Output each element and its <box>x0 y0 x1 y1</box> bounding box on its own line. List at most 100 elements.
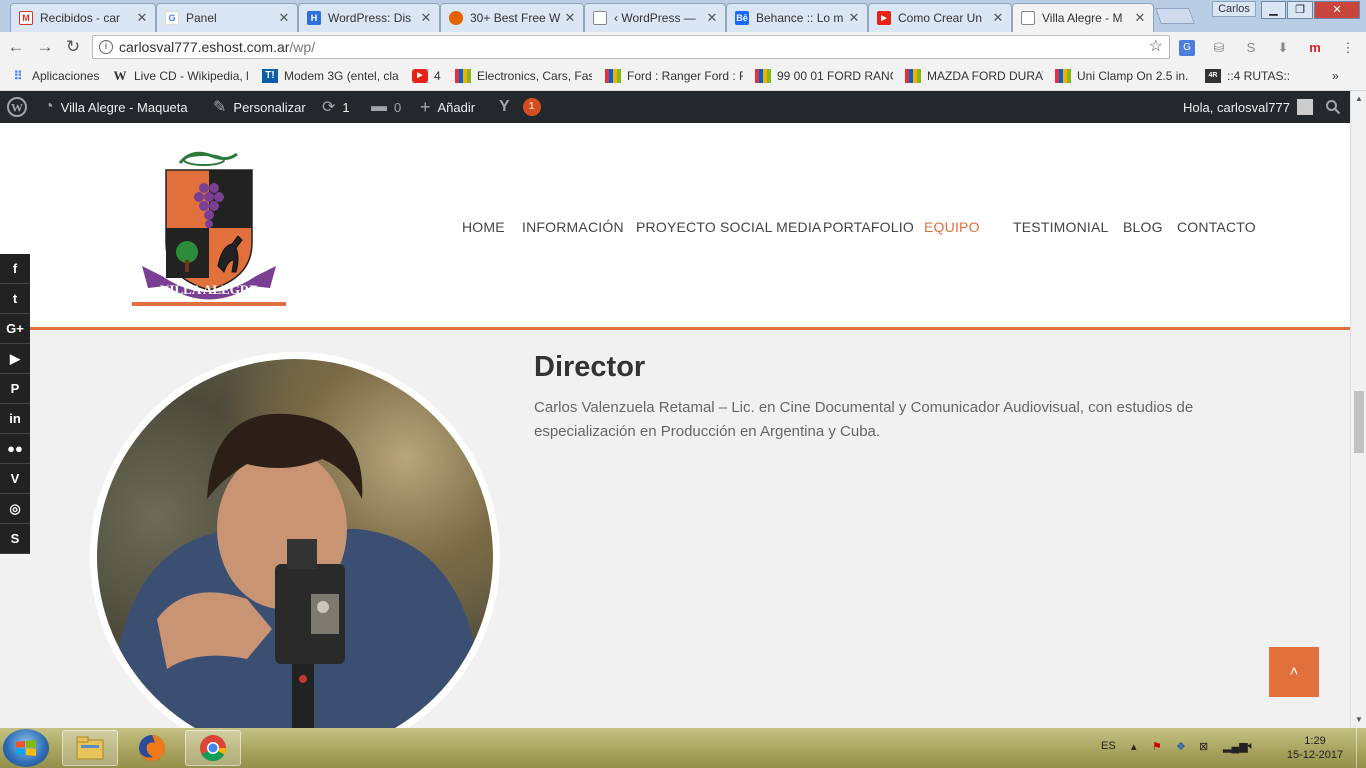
reload-icon[interactable]: ↻ <box>63 37 83 57</box>
back-arrow-icon[interactable]: ← <box>6 37 26 57</box>
tab-gmail[interactable]: M Recibidos - car ✕ <box>10 3 156 32</box>
extension-icon[interactable]: ⛁ <box>1211 40 1227 56</box>
skype-icon[interactable]: S <box>0 524 30 554</box>
linkedin-icon[interactable]: in <box>0 404 30 434</box>
tray-expand-icon[interactable]: ▴ <box>1131 740 1137 753</box>
wp-account-link[interactable]: Hola, carlosval777 <box>1183 91 1313 123</box>
tab-villa-alegre[interactable]: Villa Alegre - M ✕ <box>1012 3 1154 32</box>
mega-extension-icon[interactable]: m <box>1307 40 1323 56</box>
close-tab-icon[interactable]: ✕ <box>135 10 149 26</box>
firefox-taskbar-button[interactable] <box>124 730 180 766</box>
network-signal-icon[interactable]: ▂▄▆ <box>1223 740 1248 753</box>
bookmark-youtube[interactable]: ▶ 4 <box>412 68 448 84</box>
tab-wordpress[interactable]: ‹ WordPress — ✕ <box>584 3 726 32</box>
show-desktop-button[interactable] <box>1356 728 1366 768</box>
wordpress-h-icon: H <box>307 11 321 25</box>
skype-extension-icon[interactable]: S <box>1243 40 1259 56</box>
forward-arrow-icon[interactable]: → <box>35 37 55 57</box>
apps-grid-icon: ⠿ <box>13 69 23 83</box>
nav-equipo[interactable]: EQUIPO <box>924 219 980 235</box>
flickr-icon[interactable]: ●● <box>0 434 30 464</box>
page-scrollbar[interactable]: ▲ ▼ <box>1350 91 1366 728</box>
download-extension-icon[interactable]: ⬇ <box>1275 40 1291 56</box>
nav-blog[interactable]: BLOG <box>1123 219 1163 235</box>
avatar <box>1296 99 1313 115</box>
tab-wordpress-dis[interactable]: H WordPress: Dis ✕ <box>298 3 440 32</box>
menu-kebab-icon[interactable]: ⋮ <box>1340 40 1356 56</box>
translate-extension-icon[interactable]: G <box>1179 40 1195 56</box>
volume-icon[interactable]: 🔈︎ <box>1248 740 1255 753</box>
wp-site-name[interactable]: ◔ Villa Alegre - Maqueta <box>44 91 188 123</box>
close-tab-icon[interactable]: ✕ <box>277 10 291 26</box>
close-tab-icon[interactable]: ✕ <box>705 10 719 26</box>
nav-home[interactable]: HOME <box>462 219 505 235</box>
facebook-icon[interactable]: f <box>0 254 30 284</box>
bookmark-wikipedia[interactable]: W Live CD - Wikipedia, l <box>112 68 252 84</box>
tab-title: Behance :: Lo m <box>756 11 844 25</box>
bookmark-ford-ranger[interactable]: Ford : Ranger Ford : F <box>605 68 743 84</box>
bookmark-ford-rang[interactable]: 99 00 01 FORD RANG <box>755 68 893 84</box>
dropbox-icon[interactable]: ❖ <box>1176 740 1186 753</box>
google-plus-icon[interactable]: G+ <box>0 314 30 344</box>
nav-proyecto-social-media[interactable]: PROYECTO SOCIAL MEDIA <box>636 219 821 235</box>
wp-yoast-link[interactable]: Y 1 <box>499 91 541 123</box>
tab-panel[interactable]: G Panel ✕ <box>156 3 298 32</box>
tab-title: ‹ WordPress — <box>614 11 696 25</box>
scroll-to-top-button[interactable]: ˄ <box>1269 647 1319 697</box>
tab-youtube[interactable]: ▶ Como Crear Un ✕ <box>868 3 1012 32</box>
folder-icon <box>76 736 104 760</box>
language-indicator[interactable]: ES <box>1101 740 1116 752</box>
bookmark-uni-clamp[interactable]: Uni Clamp On 2.5 in. <box>1055 68 1193 84</box>
chrome-taskbar-button[interactable] <box>185 730 241 766</box>
close-tab-icon[interactable]: ✕ <box>847 10 861 26</box>
nav-informacion[interactable]: INFORMACIÓN <box>522 219 624 235</box>
bookmark-rutas[interactable]: 4R ::4 RUTAS:: <box>1205 68 1297 84</box>
ebay-icon <box>605 69 621 83</box>
youtube-icon[interactable]: ▶ <box>0 344 30 374</box>
url-input[interactable]: i carlosval777.eshost.com.ar/wp/ ☆ <box>92 35 1170 59</box>
instagram-icon[interactable]: ◎ <box>0 494 30 524</box>
tab-behance[interactable]: Bē Behance :: Lo m ✕ <box>726 3 868 32</box>
close-tab-icon[interactable]: ✕ <box>1133 10 1147 26</box>
wp-add-new-link[interactable]: + Añadir <box>420 91 475 123</box>
bookmark-modem[interactable]: T! Modem 3G (entel, cla <box>262 68 400 84</box>
vimeo-icon[interactable]: V <box>0 464 30 494</box>
tray-app-icon[interactable]: ⊠ <box>1199 740 1208 753</box>
tab-best-free[interactable]: 30+ Best Free W ✕ <box>440 3 584 32</box>
bookmark-electronics[interactable]: Electronics, Cars, Fash <box>455 68 592 84</box>
close-tab-icon[interactable]: ✕ <box>563 10 577 26</box>
nav-contacto[interactable]: CONTACTO <box>1177 219 1256 235</box>
scrollbar-thumb[interactable] <box>1354 391 1364 453</box>
start-button[interactable] <box>3 729 49 767</box>
nav-portafolio[interactable]: PORTAFOLIO <box>823 219 914 235</box>
nav-testimonial[interactable]: TESTIMONIAL <box>1013 219 1109 235</box>
site-info-icon[interactable]: i <box>99 40 113 54</box>
wp-updates-link[interactable]: ⟳ 1 <box>322 91 350 123</box>
bookmark-apps[interactable]: ⠿ Aplicaciones <box>10 68 106 84</box>
brush-icon: ✎ <box>213 99 227 116</box>
minimize-button[interactable]: ▁ <box>1261 1 1286 19</box>
plus-icon: + <box>420 96 431 117</box>
new-tab-button[interactable] <box>1155 8 1195 24</box>
bookmark-mazda[interactable]: MAZDA FORD DURAT <box>905 68 1043 84</box>
close-tab-icon[interactable]: ✕ <box>991 10 1005 26</box>
bookmark-star-icon[interactable]: ☆ <box>1149 36 1163 58</box>
scroll-up-arrow-icon[interactable]: ▲ <box>1351 91 1366 107</box>
wp-customize-link[interactable]: ✎ Personalizar <box>213 91 306 123</box>
wp-search-icon[interactable] <box>1325 91 1341 123</box>
close-window-button[interactable]: ✕ <box>1314 1 1360 19</box>
system-clock[interactable]: 1:29 15-12-2017 <box>1280 734 1350 762</box>
scroll-down-arrow-icon[interactable]: ▼ <box>1351 712 1366 728</box>
tab-title: Recibidos - car <box>40 11 121 25</box>
explorer-taskbar-button[interactable] <box>62 730 118 766</box>
window-user-badge[interactable]: Carlos <box>1212 1 1256 17</box>
twitter-icon[interactable]: t <box>0 284 30 314</box>
action-center-flag-icon[interactable]: ⚑ <box>1152 740 1162 753</box>
pinterest-icon[interactable]: P <box>0 374 30 404</box>
wordpress-logo-icon[interactable]: W <box>7 91 27 123</box>
villa-alegre-logo[interactable]: VILLA ALEGRE <box>132 148 286 308</box>
maximize-button[interactable]: ❐ <box>1287 1 1313 19</box>
bookmarks-overflow-icon[interactable]: » <box>1332 68 1348 84</box>
wp-comments-link[interactable]: ▬ 0 <box>371 91 401 123</box>
close-tab-icon[interactable]: ✕ <box>419 10 433 26</box>
